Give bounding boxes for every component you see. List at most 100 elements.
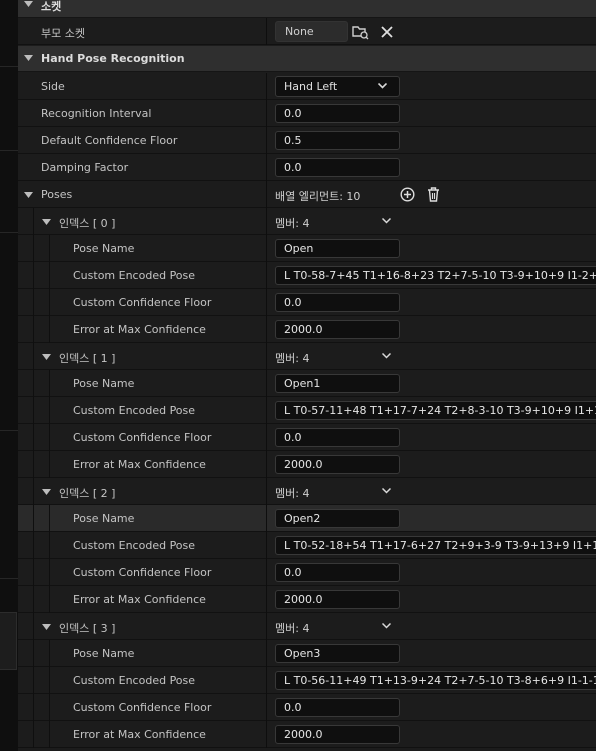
custom-confidence-floor-input[interactable]: 0.0 <box>275 428 400 447</box>
category-hand-pose-recognition[interactable]: Hand Pose Recognition <box>18 46 596 72</box>
default-confidence-floor-row: Default Confidence Floor 0.5 <box>18 127 596 154</box>
chevron-down-icon[interactable] <box>382 353 391 359</box>
clear-x-icon[interactable] <box>381 26 393 38</box>
indent-guide <box>49 532 50 559</box>
column-divider <box>266 721 267 748</box>
indent-guide <box>49 316 50 343</box>
browse-folder-icon[interactable] <box>352 24 369 40</box>
pose-name-input[interactable]: Open1 <box>275 374 400 393</box>
side-dropdown[interactable]: Hand Left <box>275 76 400 97</box>
custom-encoded-pose-input[interactable]: L T0-58-7+45 T1+16-8+23 T2+7-5-10 T3-9+1… <box>275 266 596 285</box>
category-title: 소켓 <box>41 0 62 13</box>
indent-guide <box>49 559 50 586</box>
column-divider <box>266 559 267 586</box>
property-label: Custom Confidence Floor <box>73 701 212 714</box>
property-label: Error at Max Confidence <box>73 593 206 606</box>
chevron-down-icon[interactable] <box>382 218 391 224</box>
indent-guide <box>33 451 34 478</box>
property-label: Recognition Interval <box>41 107 152 120</box>
column-divider <box>266 667 267 694</box>
index-label: 인덱스 [ 0 ] <box>59 217 116 230</box>
pose-name-input[interactable]: Open2 <box>275 509 400 528</box>
parent-socket-picker[interactable]: None <box>275 21 348 42</box>
parent-socket-row: 부모 소켓 None <box>18 18 596 45</box>
pose-name-input[interactable]: Open <box>275 239 400 258</box>
strip-divider <box>0 232 18 233</box>
indent-guide <box>49 586 50 613</box>
indent-guide <box>49 397 50 424</box>
column-divider <box>266 532 267 559</box>
indent-guide <box>33 640 34 667</box>
column-divider <box>266 451 267 478</box>
indent-guide <box>49 640 50 667</box>
collapse-arrow-icon[interactable] <box>24 55 33 61</box>
custom-encoded-pose-input[interactable]: L T0-57-11+48 T1+17-7+24 T2+8-3-10 T3-9+… <box>275 401 596 420</box>
index-label: 인덱스 [ 3 ] <box>59 622 116 635</box>
custom-encoded-pose-input[interactable]: L T0-56-11+49 T1+13-9+24 T2+7-5-10 T3-8+… <box>275 671 596 690</box>
pose-index-row: 인덱스 [ 1 ] 멤버: 4 <box>18 343 596 370</box>
property-label: Custom Encoded Pose <box>73 674 196 687</box>
column-divider <box>266 343 267 370</box>
property-label: Pose Name <box>73 377 135 390</box>
strip-divider <box>0 430 18 431</box>
indent-guide <box>49 505 50 532</box>
add-element-plus-icon[interactable] <box>400 187 415 202</box>
indent-guide <box>33 721 34 748</box>
collapse-arrow-icon[interactable] <box>42 624 51 630</box>
index-label: 인덱스 [ 1 ] <box>59 352 116 365</box>
collapse-arrow-icon[interactable] <box>24 1 33 7</box>
poses-row: Poses 배열 엘리먼트: 10 <box>18 181 596 208</box>
custom-confidence-floor-input[interactable]: 0.0 <box>275 293 400 312</box>
collapse-arrow-icon[interactable] <box>42 219 51 225</box>
property-label: Pose Name <box>73 242 135 255</box>
indent-guide <box>33 532 34 559</box>
array-element-count: 배열 엘리먼트: 10 <box>275 190 361 203</box>
property-label: Error at Max Confidence <box>73 458 206 471</box>
collapse-arrow-icon[interactable] <box>42 354 51 360</box>
custom-confidence-floor-row: Custom Confidence Floor 0.0 <box>18 424 596 451</box>
error-at-max-confidence-input[interactable]: 2000.0 <box>275 590 400 609</box>
property-label: Poses <box>41 188 73 201</box>
property-label: Custom Encoded Pose <box>73 539 196 552</box>
indent-guide <box>33 694 34 721</box>
pose-index-row: 인덱스 [ 2 ] 멤버: 4 <box>18 478 596 505</box>
chevron-down-icon[interactable] <box>382 623 391 629</box>
custom-confidence-floor-input[interactable]: 0.0 <box>275 563 400 582</box>
custom-confidence-floor-input[interactable]: 0.0 <box>275 698 400 717</box>
recognition-interval-input[interactable]: 0.0 <box>275 104 400 123</box>
category-title: Hand Pose Recognition <box>41 52 185 65</box>
indent-guide <box>33 397 34 424</box>
column-divider <box>266 100 267 127</box>
error-at-max-confidence-input[interactable]: 2000.0 <box>275 725 400 744</box>
damping-factor-input[interactable]: 0.0 <box>275 158 400 177</box>
dropdown-value: Hand Left <box>284 80 338 93</box>
property-label: Custom Encoded Pose <box>73 404 196 417</box>
pose-name-row: Pose Name Open3 <box>18 640 596 667</box>
column-divider <box>266 235 267 262</box>
default-confidence-floor-input[interactable]: 0.5 <box>275 131 400 150</box>
column-divider <box>266 262 267 289</box>
column-divider <box>266 694 267 721</box>
error-at-max-confidence-row: Error at Max Confidence 2000.0 <box>18 586 596 613</box>
custom-encoded-pose-row: Custom Encoded Pose L T0-56-11+49 T1+13-9… <box>18 667 596 694</box>
category-socket[interactable]: 소켓 <box>18 0 596 18</box>
column-divider <box>266 640 267 667</box>
custom-encoded-pose-input[interactable]: L T0-52-18+54 T1+17-6+27 T2+9+3-9 T3-9+1… <box>275 536 596 555</box>
error-at-max-confidence-input[interactable]: 2000.0 <box>275 455 400 474</box>
property-label: Custom Encoded Pose <box>73 269 196 282</box>
error-at-max-confidence-input[interactable]: 2000.0 <box>275 320 400 339</box>
delete-trash-icon[interactable] <box>427 187 440 202</box>
collapse-arrow-icon[interactable] <box>42 489 51 495</box>
indent-guide <box>49 667 50 694</box>
left-outliner-strip <box>0 0 18 751</box>
side-row: Side Hand Left <box>18 73 596 100</box>
custom-encoded-pose-row: Custom Encoded Pose L T0-52-18+54 T1+17-6… <box>18 532 596 559</box>
pose-name-input[interactable]: Open3 <box>275 644 400 663</box>
pose-index-row: 인덱스 [ 0 ] 멤버: 4 <box>18 208 596 235</box>
member-count: 멤버: 4 <box>275 487 310 500</box>
collapse-arrow-icon[interactable] <box>24 192 33 198</box>
chevron-down-icon[interactable] <box>382 488 391 494</box>
pose-index-row: 인덱스 [ 3 ] 멤버: 4 <box>18 613 596 640</box>
indent-guide <box>33 586 34 613</box>
error-at-max-confidence-row: Error at Max Confidence 2000.0 <box>18 316 596 343</box>
